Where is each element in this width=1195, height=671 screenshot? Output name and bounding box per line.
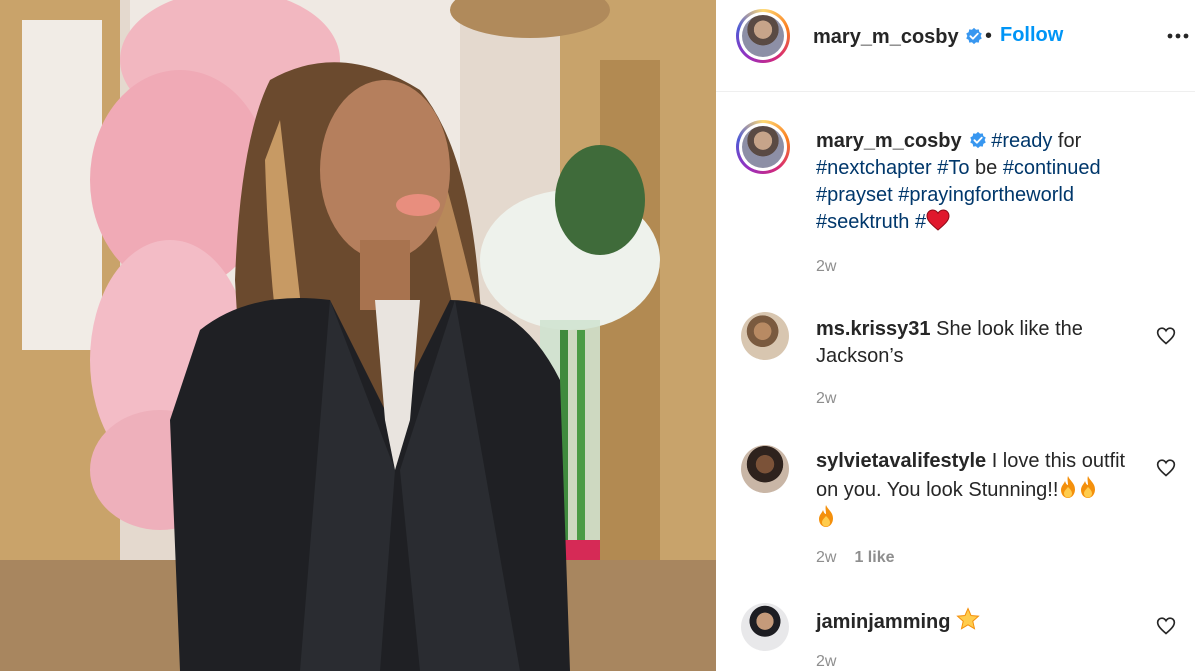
comment-text: jaminjamming — [816, 607, 1146, 636]
post-details-panel: mary_m_cosby • Follow mary_m_cosby #read… — [716, 0, 1195, 671]
commenter-avatar[interactable] — [741, 312, 789, 360]
caption-timestamp[interactable]: 2w — [816, 258, 836, 276]
hashtag-link[interactable]: #seektruth — [816, 211, 909, 233]
commenter-username[interactable]: jaminjamming — [816, 611, 950, 633]
caption-avatar[interactable] — [736, 120, 790, 174]
hashtag-link[interactable]: #prayingfortheworld — [898, 184, 1074, 206]
heart-icon[interactable] — [1156, 616, 1176, 636]
fire-emoji — [819, 505, 833, 527]
comment-meta: 2w — [816, 653, 836, 671]
hashtag-link[interactable]: #To — [937, 157, 969, 179]
commenter-username[interactable]: sylvietavalifestyle — [816, 450, 986, 472]
commenter-avatar[interactable] — [741, 445, 789, 493]
more-options-icon[interactable] — [1166, 31, 1190, 41]
star-emoji — [956, 607, 980, 630]
separator-dot: • — [985, 25, 993, 47]
comment-text: sylvietavalifestyle I love this outfit o… — [816, 448, 1146, 533]
post-caption: mary_m_cosby #ready for #nextchapter #To… — [716, 120, 1195, 280]
comment-text: ms.krissy31 She look like the Jackson’s — [816, 316, 1146, 370]
fire-emoji — [1081, 476, 1096, 498]
post-header: mary_m_cosby • Follow — [716, 0, 1195, 92]
red-heart-emoji — [926, 209, 950, 231]
hashtag-link[interactable]: #ready — [991, 130, 1052, 152]
caption-text-segment: be — [969, 157, 1003, 179]
comment-likes[interactable]: 1 like — [854, 549, 894, 566]
hashtag-link[interactable]: #nextchapter — [816, 157, 932, 179]
comment-item: ms.krissy31 She look like the Jackson’s … — [716, 312, 1195, 422]
commenter-username[interactable]: ms.krissy31 — [816, 318, 931, 340]
verified-badge-icon — [965, 27, 982, 45]
comment-timestamp[interactable]: 2w — [816, 549, 836, 566]
verified-badge-icon — [970, 131, 986, 149]
hashtag-link[interactable]: #prayset — [816, 184, 893, 206]
caption-text: mary_m_cosby #ready for #nextchapter #To… — [816, 128, 1146, 236]
caption-username[interactable]: mary_m_cosby — [816, 130, 962, 152]
comment-item: jaminjamming 2w — [716, 603, 1195, 671]
comment-item: sylvietavalifestyle I love this outfit o… — [716, 445, 1195, 575]
commenter-avatar[interactable] — [741, 603, 789, 651]
author-username[interactable]: mary_m_cosby — [813, 26, 959, 48]
follow-button[interactable]: Follow — [1000, 24, 1063, 47]
photo-scene — [0, 0, 716, 671]
comment-timestamp[interactable]: 2w — [816, 390, 836, 407]
comment-timestamp[interactable]: 2w — [816, 653, 836, 670]
author-avatar[interactable] — [736, 9, 790, 63]
heart-icon[interactable] — [1156, 326, 1176, 346]
hashtag-link[interactable]: #continued — [1003, 157, 1101, 179]
comment-meta: 2w — [816, 390, 836, 408]
caption-text-segment: for — [1052, 130, 1082, 152]
hashtag-link[interactable]: # — [915, 211, 926, 233]
fire-emoji — [1061, 476, 1076, 498]
post-photo[interactable] — [0, 0, 716, 671]
heart-icon[interactable] — [1156, 458, 1176, 478]
comment-meta: 2w 1 like — [816, 549, 894, 567]
